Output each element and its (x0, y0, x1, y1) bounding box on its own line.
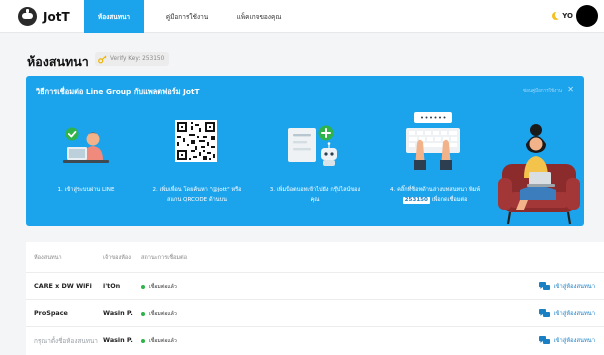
verify-key-inline: 253150 (402, 196, 430, 205)
type-key-illustration-icon (406, 112, 460, 170)
enter-room-button[interactable]: เข้าสู่ห้องสนทนา (538, 335, 595, 345)
line-connect-guide-card: วิธีการเชื่อมต่อ Line Group กับแพลตฟอร์ม… (26, 76, 584, 226)
enter-room-label: เข้าสู่ห้องสนทนา (553, 338, 595, 344)
enter-room-button[interactable]: เข้าสู่ห้องสนทนา (538, 281, 595, 291)
top-navbar: JotT ห้องสนทนา คู่มือการใช้งาน แพ็คเกจขอ… (0, 0, 604, 33)
qr-code-icon (175, 120, 217, 162)
chat-rooms-table: ห้องสนทนา เจ้าของห้อง สถานะการเชื่อมต่อ … (26, 242, 604, 355)
step-1-line-1: 1. เข้าสู่ระบบผ่าน LINE (57, 187, 115, 193)
step-4-line-2: 253150 เพื่อกดเชื่อมต่อ (372, 196, 498, 206)
jott-logo[interactable]: JotT (18, 7, 70, 26)
connection-status: เชื่อมต่อแล้ว (141, 310, 177, 318)
woman-with-laptop-illustration-icon (498, 124, 580, 225)
verify-key-badge[interactable]: Verify Key: 253150 (95, 52, 170, 66)
login-illustration-icon (63, 127, 109, 163)
room-owner: i'tOn (103, 282, 121, 290)
chat-bubble-icon (538, 281, 550, 290)
status-dot-icon (141, 339, 145, 343)
user-menu[interactable]: YO (552, 5, 598, 27)
user-initials: YO (562, 12, 573, 20)
avatar[interactable] (576, 5, 598, 27)
table-row[interactable]: กรุณาตั้งชื่อห้องสนทนา Wasin P. เชื่อมต่… (26, 326, 604, 353)
room-owner: Wasin P. (103, 336, 133, 344)
status-text: เชื่อมต่อแล้ว (149, 311, 177, 317)
status-dot-icon (141, 312, 145, 316)
step-2-line-1: 2. เพิ่มเพื่อน โดยค้นหา "@jott" หรือ (152, 187, 242, 193)
brand-name: JotT (43, 9, 70, 24)
status-text: เชื่อมต่อแล้ว (149, 338, 177, 344)
column-header-status: สถานะการเชื่อมต่อ (141, 255, 188, 261)
step-2-text: 2. เพิ่มเพื่อน โดยค้นหา "@jott" หรือ สแก… (144, 186, 250, 205)
connection-status: เชื่อมต่อแล้ว (141, 337, 177, 345)
step-4-line-1: 4. คลิ๊กที่ช็อทด้านล่างบทสนทนา พิมพ์ (389, 187, 481, 193)
page-title: ห้องสนทนา (27, 54, 89, 69)
step-3-text: 3. เพิ่มบ็อตบอทเข้าไปยัง กรุ๊ปไลน์ของ คุ… (262, 186, 368, 205)
enter-room-label: เข้าสู่ห้องสนทนา (553, 311, 595, 317)
moon-icon[interactable] (552, 12, 561, 20)
column-header-owner: เจ้าของห้อง (103, 255, 132, 261)
chat-bubble-icon (538, 308, 550, 317)
key-icon (98, 54, 107, 63)
room-name: กรุณาตั้งชื่อห้องสนทนา (34, 337, 98, 345)
enter-room-button[interactable]: เข้าสู่ห้องสนทนา (538, 308, 595, 318)
guide-title: วิธีการเชื่อมต่อ Line Group กับแพลตฟอร์ม… (36, 87, 200, 96)
status-dot-icon (141, 285, 145, 289)
close-icon[interactable]: ✕ (567, 85, 574, 94)
room-owner: Wasin P. (103, 309, 133, 317)
tab-your-package[interactable]: แพ็คเกจของคุณ (228, 0, 290, 33)
enter-room-label: เข้าสู่ห้องสนทนา (553, 284, 595, 290)
column-header-room: ห้องสนทนา (34, 255, 62, 261)
chat-bubble-icon (538, 335, 550, 344)
tab-user-guide[interactable]: คู่มือการใช้งาน (152, 0, 222, 33)
room-name: CARE x DW WiFi (34, 282, 92, 290)
tab-chat-rooms[interactable]: ห้องสนทนา (84, 0, 144, 33)
step-1-text: 1. เข้าสู่ระบบผ่าน LINE (36, 186, 136, 196)
add-bot-illustration-icon (288, 125, 337, 166)
table-row[interactable]: ProSpace Wasin P. เชื่อมต่อแล้ว เข้าสู่ห… (26, 299, 604, 326)
table-row[interactable]: CARE x DW WiFi i'tOn เชื่อมต่อแล้ว เข้าส… (26, 272, 604, 299)
step-4-text: 4. คลิ๊กที่ช็อทด้านล่างบทสนทนา พิมพ์ 253… (372, 186, 498, 205)
jott-logo-icon (18, 7, 37, 26)
step-3-line-1: 3. เพิ่มบ็อตบอทเข้าไปยัง กรุ๊ปไลน์ของ (269, 187, 361, 193)
verify-key-text: Verify Key: 253150 (110, 56, 165, 62)
step-2-line-2: สแกน QRCODE ด้านบน (167, 196, 227, 203)
connection-status: เชื่อมต่อแล้ว (141, 283, 177, 291)
step-3-line-2: คุณ (310, 196, 320, 203)
hide-guide-link[interactable]: ซ่อนคู่มือการใช้งาน (523, 88, 562, 95)
step-4-line-2-rest: เพื่อกดเชื่อมต่อ (429, 196, 468, 203)
room-name: ProSpace (34, 309, 68, 317)
status-text: เชื่อมต่อแล้ว (149, 284, 177, 290)
